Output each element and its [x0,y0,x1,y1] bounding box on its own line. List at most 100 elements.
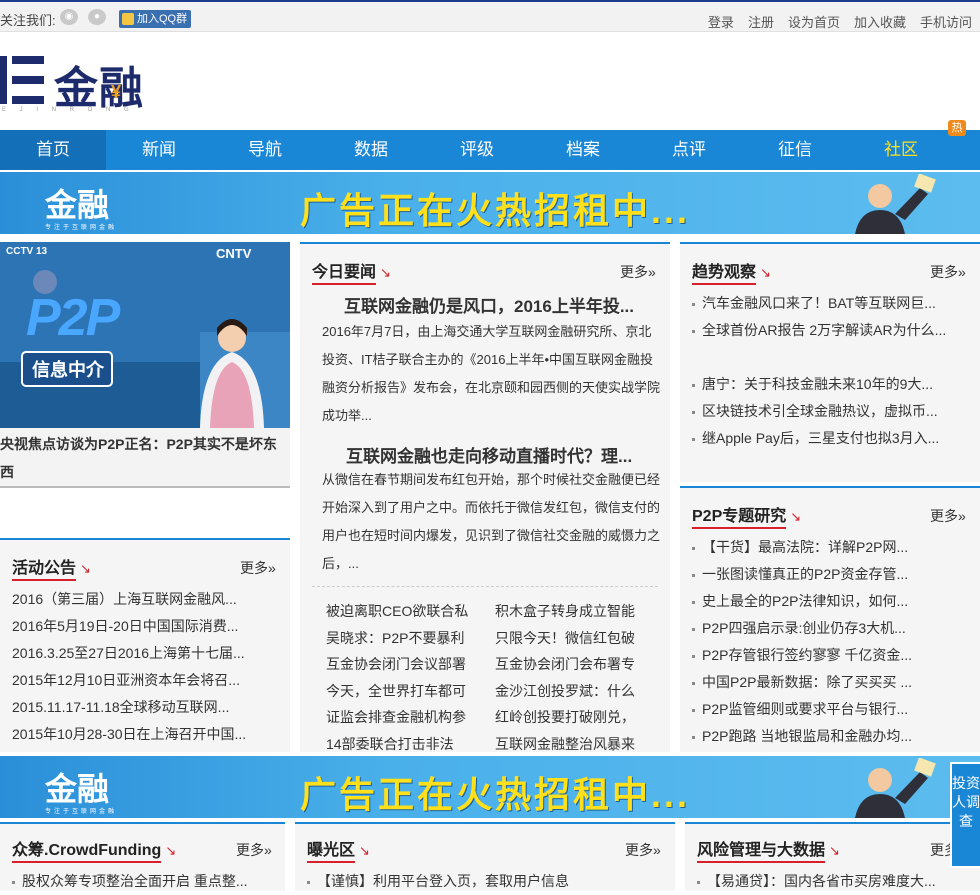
crowdfunding-header: 众筹.CrowdFunding ↘ [12,836,177,863]
login-link[interactable]: 登录 [708,12,734,31]
list-item[interactable]: 一张图读懂真正的P2P资金存管... [692,561,967,588]
list-item[interactable]: 2016年5月19日-20日中国国际消费... [12,613,282,640]
nav-news[interactable]: 新闻 [106,130,212,170]
banner-logo-text: 金融 [45,187,110,223]
nav-review[interactable]: 点评 [636,130,742,170]
list-item[interactable]: 积木盒子转身成立智能 [495,598,655,625]
list-item[interactable]: 互金协会闭门会议部署 [326,651,486,678]
headline-1[interactable]: 互联网金融仍是风口，2016上半年投... [344,292,634,317]
risk-panel: 风险管理与大数据 ↘ 更多» 【易通贷】：国内各省市买房难度大... [685,822,980,891]
list-item[interactable]: P2P跑路 当地银监局和金融办均... [692,723,967,750]
exposure-header: 曝光区 ↘ [307,836,370,863]
main-nav: 首页 新闻 导航 数据 评级 档案 点评 征信 社区 热 [0,120,980,170]
list-item[interactable]: 互金协会闭门会布署专 [495,651,655,678]
nav-community[interactable]: 社区 热 [848,120,966,170]
investor-survey-tab[interactable]: 投资人调查 [950,762,980,868]
list-item[interactable]: P2P监管细则或要求平台与银行... [692,696,967,723]
nav-community-label: 社区 [884,140,918,159]
exposure-more[interactable]: 更多» [625,840,661,860]
feature-image-cctv: CCTV 13 [6,246,48,257]
trend-panel: 趋势观察 ↘ 更多» 汽车金融风口来了！BAT等互联网巨... 全球首份AR报告 … [680,242,980,482]
crowdfunding-title: 众筹.CrowdFunding [12,842,162,863]
banner-text: 广告正在火热招租中... [300,774,691,815]
list-item[interactable]: P2P四强启示录:创业仍存3大机... [692,615,967,642]
hot-badge: 热 [948,120,966,136]
nav-home[interactable]: 首页 [0,130,106,170]
list-item[interactable]: 汽车金融风口来了！BAT等互联网巨... [692,290,967,317]
banner-logo-text: 金融 [45,771,110,807]
list-item[interactable]: 2016.3.25至27日2016上海第十七届... [12,640,282,667]
p2p-research-panel: P2P专题研究 ↘ 更多» 【干货】最高法院：详解P2P网... 一张图读懂真正的… [680,486,980,752]
arrow-icon: ↘ [165,843,177,858]
list-item[interactable]: P2P存管银行签约寥寥 千亿资金... [692,642,967,669]
list-item[interactable]: 史上最全的P2P法律知识，如何... [692,588,967,615]
today-news-more[interactable]: 更多» [620,262,656,282]
feature-image-label: 信息中介 [32,360,104,380]
activity-title: 活动公告 [12,560,77,581]
top-links: 登录 注册 设为首页 加入收藏 手机访问 [708,12,972,31]
weibo-icon[interactable]: ◉ [60,9,78,25]
businessman-illustration [855,174,936,234]
site-logo[interactable]: 金融 ¥ E J I N R O N G [0,50,160,120]
arrow-icon: ↘ [790,509,802,524]
crowdfunding-panel: 众筹.CrowdFunding ↘ 更多» 股权众筹专项整治全面开启 重点整... [0,822,285,891]
top-bar: 关注我们: ◉ ● 加入QQ群 登录 注册 设为首页 加入收藏 手机访问 [0,0,980,32]
list-item[interactable]: 中国P2P最新数据：除了买买买 ... [692,669,967,696]
trend-title: 趋势观察 [692,264,757,285]
list-item[interactable]: 区块链技术引全球金融热议，虚拟币... [692,398,967,425]
nav-guide[interactable]: 导航 [212,130,318,170]
list-item[interactable]: 被迫离职CEO欲联合私 [326,598,486,625]
activity-header: 活动公告 ↘ [12,554,91,581]
list-item[interactable]: 唐宁：关于科技金融未来10年的9大... [692,371,967,398]
list-item[interactable]: 14部委联合打击非法 [326,731,486,758]
arrow-icon: ↘ [829,843,840,858]
today-left-list: 被迫离职CEO欲联合私 吴晓求：P2P不要暴利 互金协会闭门会议部署 今天，全世… [326,598,486,757]
list-item[interactable]: 金沙江创投罗斌：什么 [495,678,655,705]
exposure-title: 曝光区 [307,842,356,863]
nav-credit[interactable]: 征信 [742,130,848,170]
set-homepage-link[interactable]: 设为首页 [788,12,840,31]
p2p-research-more[interactable]: 更多» [930,506,966,526]
crowdfunding-more[interactable]: 更多» [236,840,272,860]
list-item[interactable]: 继Apple Pay后，三星支付也拟3月入... [692,425,942,479]
nav-rating[interactable]: 评级 [424,130,530,170]
list-item[interactable]: 证监会排查金融机构参 [326,704,486,731]
list-item[interactable]: 2015年12月10日亚洲资本年会将召... [12,667,282,694]
logo-yen: ¥ [111,82,122,102]
join-qq-group-button[interactable]: 加入QQ群 [119,10,192,28]
risk-title: 风险管理与大数据 [697,842,826,863]
list-item[interactable]: 红岭创投要打破刚兑， [495,704,655,731]
wechat-icon[interactable]: ● [88,9,106,25]
activity-list: 2016（第三届）上海互联网金融风... 2016年5月19日-20日中国国际消… [12,586,282,748]
follow-label: 关注我们: [0,13,56,28]
trend-more[interactable]: 更多» [930,262,966,282]
list-item[interactable]: 2015年10月28-30日在上海召开中国... [12,721,282,748]
ad-banner-middle[interactable]: 金融专注于互联网金融 广告正在火热招租中... [0,756,980,818]
list-item[interactable]: 互联网金融整治风暴来 [495,731,655,758]
divider [312,586,658,587]
banner-logo-sub: 专注于互联网金融 [45,809,118,815]
list-item[interactable]: 2016（第三届）上海互联网金融风... [12,586,282,613]
list-item[interactable]: 全球首份AR报告 2万字解读AR为什么... [692,317,967,371]
register-link[interactable]: 注册 [748,12,774,31]
mobile-access-link[interactable]: 手机访问 [920,12,972,31]
add-favorite-link[interactable]: 加入收藏 [854,12,906,31]
today-news-header: 今日要闻 ↘ [312,258,391,285]
nav-data[interactable]: 数据 [318,130,424,170]
banner-logo: 金融专注于互联网金融 [45,180,117,231]
exposure-panel: 曝光区 ↘ 更多» 【谨慎】利用平台登入页，套取用户信息 [295,822,675,891]
activity-more[interactable]: 更多» [240,558,276,578]
nav-archive[interactable]: 档案 [530,130,636,170]
list-item[interactable]: 今天，全世界打车都可 [326,678,486,705]
list-item[interactable]: 吴晓求：P2P不要暴利 [326,625,486,652]
headline-2[interactable]: 互联网金融也走向移动直播时代？理... [346,442,632,467]
list-item[interactable]: 只限今天！微信红包破 [495,625,655,652]
arrow-icon: ↘ [380,265,391,280]
feature-caption[interactable]: 央视焦点访谈为P2P正名：P2P其实不是坏东西 [0,428,290,488]
ad-banner-top[interactable]: 金融 专注于互联网金融 广告正在火热招租中... [0,172,980,234]
headline-2-summary: 从微信在春节期间发布红包开始，那个时候社交金融便已经开始深入到了用户之中。而依托… [322,472,661,571]
p2p-research-header: P2P专题研究 ↘ [692,502,802,529]
list-item[interactable]: 【干货】最高法院：详解P2P网... [692,534,967,561]
list-item[interactable]: 2015.11.17-11.18全球移动互联网... [12,694,282,721]
banner-logo-sub: 专注于互联网金融 [45,225,118,231]
